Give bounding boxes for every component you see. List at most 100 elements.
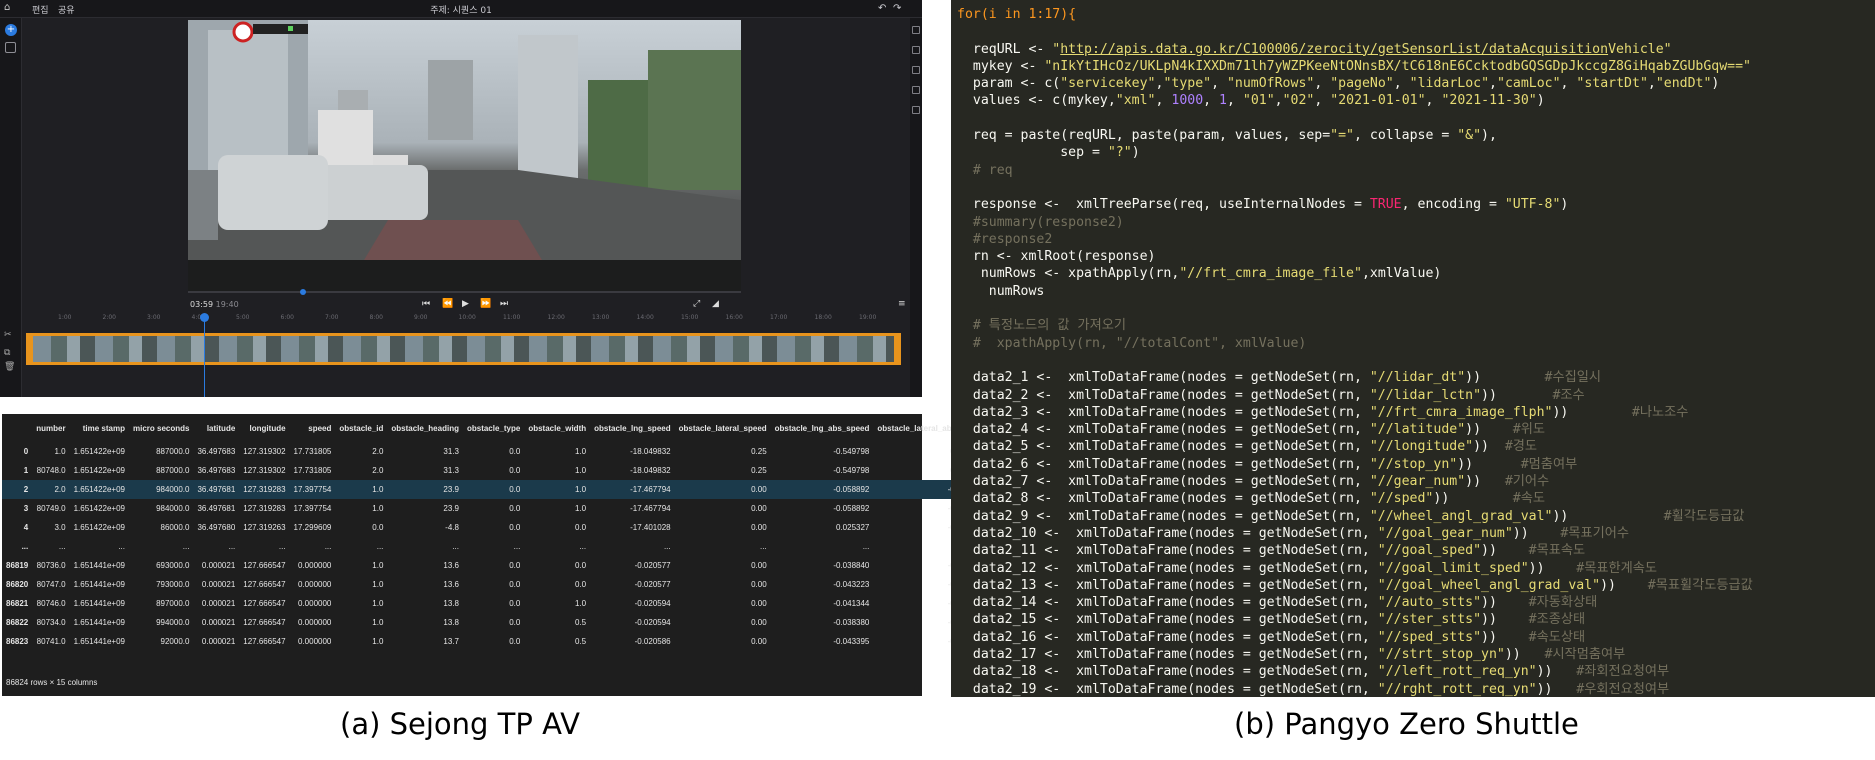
preview-scrubber[interactable] [188, 291, 741, 293]
table-cell: 36.497680 [197, 523, 236, 532]
table-cell: 1.651441e+09 [73, 618, 125, 627]
code-token: data2_2 <- xmlToDataFrame(nodes = getNod… [957, 387, 1370, 403]
table-cell: 0.00 [751, 561, 767, 570]
table-cell: 1.651422e+09 [73, 523, 125, 532]
code-token: )) [1552, 404, 1632, 420]
code-token: "&" [1457, 128, 1482, 144]
copy-icon[interactable]: ⧉ [4, 348, 10, 358]
table-row[interactable]: 86820 80747.0 1.651441e+09 793000.0 0.000021… [2, 575, 1065, 594]
table-cell: 897000.0 [156, 599, 190, 608]
column-header: obstacle_lng_speed [594, 423, 671, 433]
dataframe-table: number time stamp micro seconds latitude lon… [2, 414, 1066, 651]
row-index: 86819 [6, 561, 29, 570]
table-cell: ... [759, 542, 767, 551]
video-clip-track[interactable] [26, 333, 901, 365]
code-token: #속도상태 [1528, 629, 1586, 645]
table-row[interactable]: 3 80749.0 1.651422e+09 984000.0 36.497681 127… [2, 499, 1065, 518]
video-preview[interactable] [188, 20, 741, 292]
table-cell: ... [862, 542, 870, 551]
volume-icon[interactable]: ◢ [712, 299, 719, 309]
code-line: data2_5 <- xmlToDataFrame(nodes = getNod… [957, 438, 1875, 455]
code-token: #목표한계속도 [1576, 560, 1658, 576]
column-header: obstacle_width [528, 423, 587, 433]
code-token: reqURL <- [957, 41, 1053, 57]
code-token: data2_6 <- xmlToDataFrame(nodes = getNod… [957, 456, 1370, 472]
skip-forward-icon[interactable]: ⏭ [500, 299, 508, 309]
code-token: "//left_rott_req_yn" [1377, 664, 1537, 680]
table-cell: -0.041344 [833, 599, 870, 608]
table-row[interactable]: 86819 80736.0 1.651441e+09 693000.0 0.000021… [2, 556, 1065, 575]
table-cell: 0.25 [751, 466, 767, 475]
tool-icon-2[interactable] [912, 46, 920, 54]
step-forward-icon[interactable]: ⏩ [480, 299, 491, 309]
column-header: obstacle_lng_abs_speed [774, 423, 870, 433]
table-row[interactable]: 86822 80734.0 1.651441e+09 994000.0 0.000021… [2, 613, 1065, 632]
table-cell: 0.025327 [836, 523, 870, 532]
table-row[interactable]: 1 80748.0 1.651422e+09 887000.0 36.497683 127… [2, 461, 1065, 480]
code-token: "//sped" [1369, 491, 1434, 507]
table-cell: 0.0 [575, 580, 587, 589]
code-line: data2_11 <- xmlToDataFrame(nodes = getNo… [957, 542, 1875, 559]
table-row[interactable]: 2 2.0 1.651422e+09 984000.0 36.497681 127.319… [2, 480, 1066, 499]
code-token: )) [1433, 491, 1513, 507]
table-cell: 0.000000 [298, 637, 332, 646]
code-token: data2_3 <- xmlToDataFrame(nodes = getNod… [957, 404, 1370, 420]
redo-icon[interactable]: ↷ [893, 3, 901, 14]
fullscreen-icon[interactable]: ⤢ [693, 299, 700, 309]
tool-icon-4[interactable] [912, 86, 920, 94]
table-row[interactable]: ........................................… [2, 537, 1065, 556]
dataframe-footer: 86824 rows × 15 columns [6, 678, 98, 687]
row-index: 4 [23, 523, 29, 532]
playhead-handle[interactable] [200, 313, 209, 322]
table-cell: -17.467794 [630, 504, 671, 513]
code-token: "//gear_num" [1369, 474, 1466, 490]
tool-icon-5[interactable] [912, 106, 920, 114]
tool-icon-3[interactable] [912, 66, 920, 74]
code-token: data2_4 <- xmlToDataFrame(nodes = getNod… [957, 422, 1370, 438]
delete-icon[interactable]: 🗑 [4, 362, 15, 372]
table-cell: ... [58, 542, 66, 551]
code-token: "2021-11-30" [1441, 93, 1537, 109]
row-index: 2 [2, 480, 33, 499]
table-cell: 984000.0 [156, 504, 190, 513]
table-cell: ... [663, 542, 671, 551]
table-cell: -0.020577 [634, 561, 671, 570]
table-row[interactable]: 0 1.0 1.651422e+09 887000.0 36.497683 127.319… [2, 442, 1065, 461]
code-token: #목표기어수 [1560, 525, 1630, 541]
r-code-editor[interactable]: for(i in 1:17){ reqURL <- "http://apis.d… [951, 0, 1875, 697]
playhead[interactable] [204, 316, 205, 397]
code-token: for(i in 1:17){ [957, 7, 1077, 22]
code-token: data2_7 <- xmlToDataFrame(nodes = getNod… [957, 474, 1370, 490]
table-row[interactable]: 86821 80746.0 1.651441e+09 897000.0 0.000021… [2, 594, 1065, 613]
table-cell: 1.651441e+09 [73, 637, 125, 646]
undo-icon[interactable]: ↶ [878, 3, 886, 14]
table-cell: 0.0 [509, 504, 521, 513]
menu-icon[interactable]: ≡ [898, 299, 906, 309]
code-line: # 특정노드의 값 가져오기 [957, 317, 1875, 334]
code-token: "//goal_gear_num" [1377, 525, 1513, 541]
play-icon[interactable]: ▶ [462, 299, 469, 309]
skip-back-icon[interactable]: ⏮ [422, 299, 430, 309]
table-cell: -17.467794 [590, 480, 675, 499]
table-row[interactable]: 86823 80741.0 1.651441e+09 92000.0 0.000021 1… [2, 632, 1065, 651]
table-row[interactable]: 4 3.0 1.651422e+09 86000.0 36.497680 127.3192… [2, 518, 1065, 537]
timeline-ruler[interactable]: 1:00 2:00 3:00 4:00 5:00 6:00 7:00 8:00 9:00 10:0… [22, 312, 910, 324]
media-icon[interactable] [5, 42, 16, 53]
scissors-icon[interactable]: ✂ [4, 330, 12, 340]
table-cell: 1.651422e+09 [73, 504, 125, 513]
code-token: )) [1528, 560, 1577, 576]
table-cell: 1.0 [372, 599, 384, 608]
code-line: data2_8 <- xmlToDataFrame(nodes = getNod… [957, 490, 1875, 507]
tool-icon-1[interactable] [912, 26, 920, 34]
column-header: longitude [249, 423, 286, 433]
table-cell: 127.319302 [243, 466, 286, 475]
scrubber-handle[interactable] [300, 289, 306, 295]
code-line: data2_2 <- xmlToDataFrame(nodes = getNod… [957, 387, 1875, 404]
table-cell: 17.731805 [293, 447, 332, 456]
step-back-icon[interactable]: ⏪ [442, 299, 453, 309]
add-media-button[interactable]: + [5, 24, 17, 36]
code-token: "//wheel_angl_grad_val" [1369, 508, 1553, 524]
table-cell: -4.8 [445, 523, 459, 532]
